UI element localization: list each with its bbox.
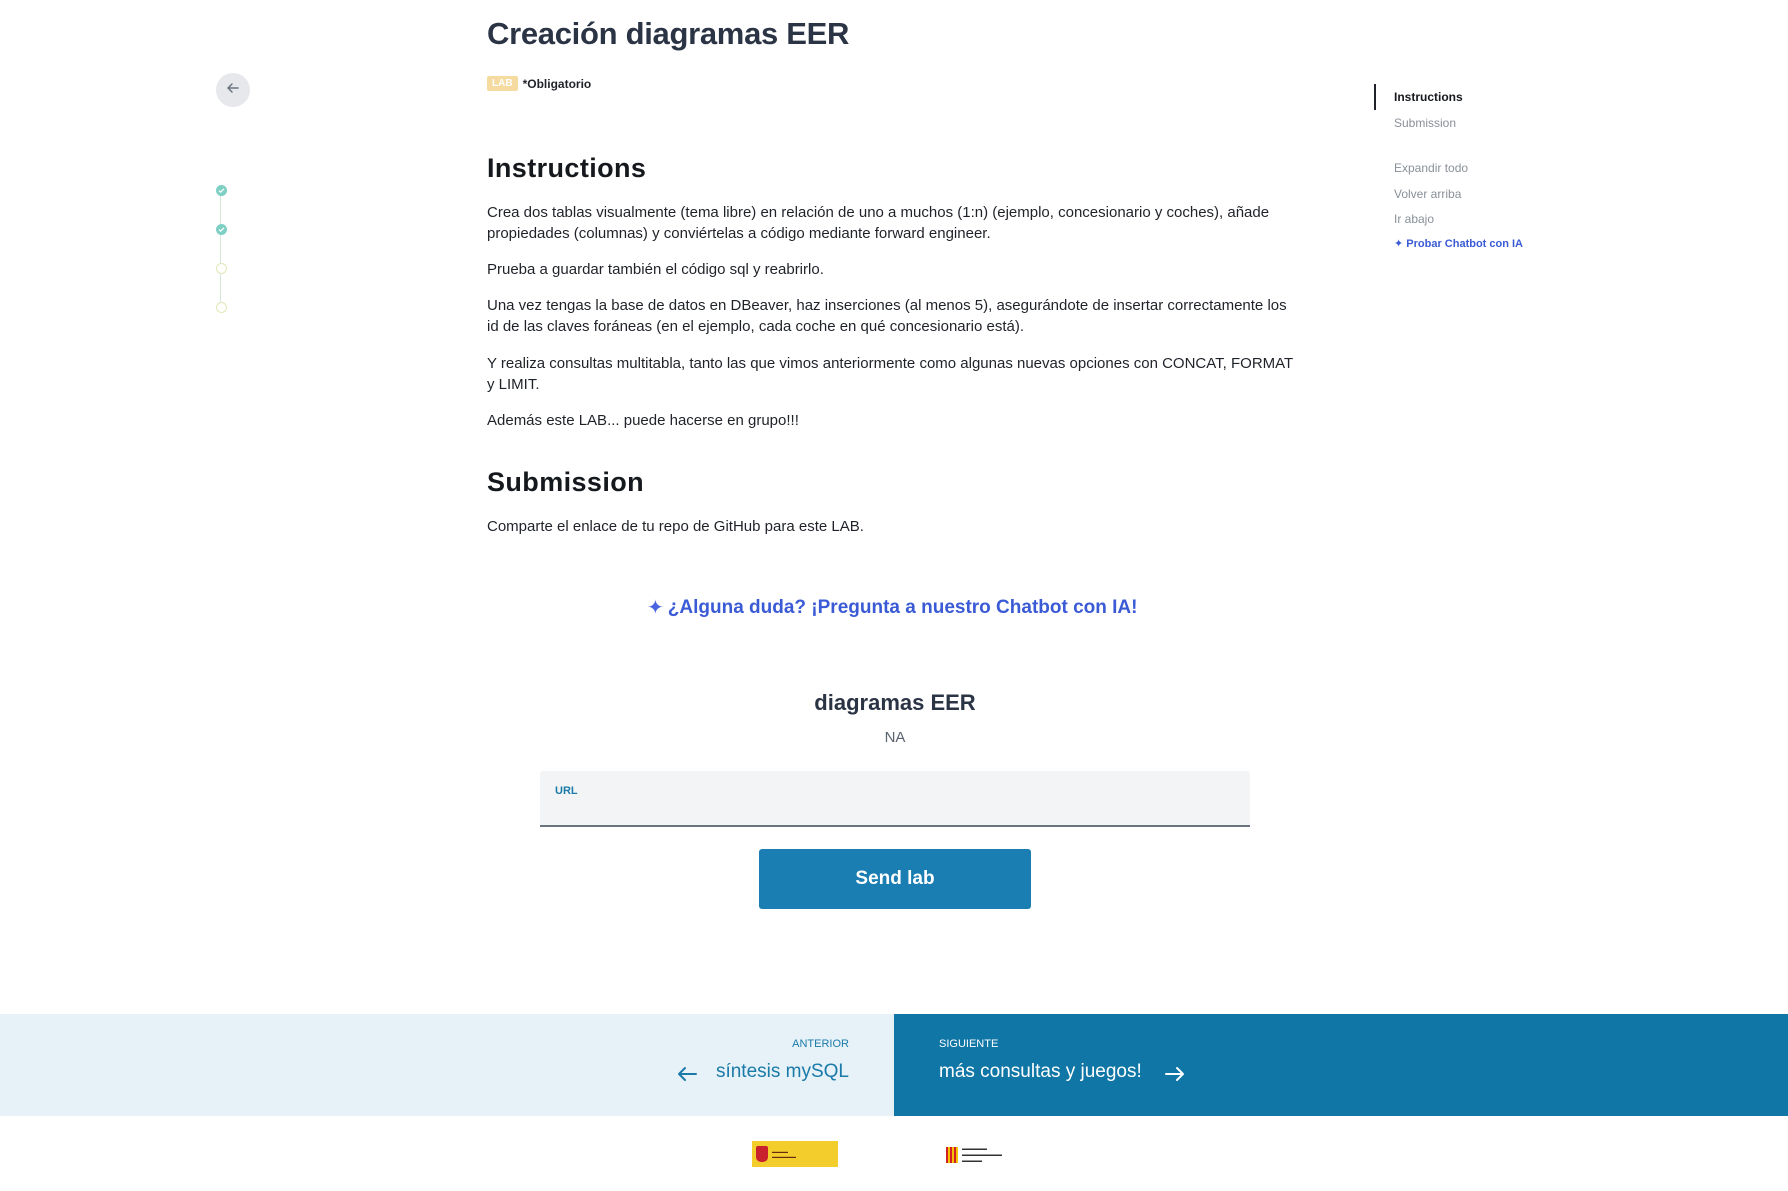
step-4-pending[interactable]	[216, 302, 227, 313]
next-kicker: SIGUIENTE	[939, 1038, 999, 1050]
step-1-done[interactable]	[216, 185, 227, 196]
next-lesson-link[interactable]: SIGUIENTE más consultas y juegos!	[894, 1014, 1788, 1116]
previous-lesson-link[interactable]: ANTERIOR síntesis mySQL	[0, 1014, 894, 1116]
previous-kicker: ANTERIOR	[792, 1038, 849, 1050]
toc-item-submission[interactable]: Submission	[1394, 116, 1456, 130]
arrow-right-icon	[1164, 1066, 1186, 1087]
arrow-left-icon	[676, 1066, 698, 1087]
send-lab-button[interactable]: Send lab	[759, 849, 1031, 909]
toc-go-bottom[interactable]: Ir abajo	[1394, 212, 1434, 226]
arrow-left-icon	[226, 81, 240, 100]
instructions-paragraph-3: Una vez tengas la base de datos en DBeav…	[487, 297, 1287, 335]
mandatory-label: *Obligatorio	[522, 76, 592, 91]
submission-text: Comparte el enlace de tu repo de GitHub …	[487, 518, 864, 535]
check-icon	[218, 188, 225, 194]
url-label: URL	[555, 785, 578, 797]
form-subtitle: NA	[884, 729, 906, 746]
form-title: diagramas EER	[814, 690, 976, 715]
sparkle-icon: ✦	[647, 597, 664, 619]
page-title: Creación diagramas EER	[487, 16, 850, 51]
logo-text-placeholder: ▬▬▬▬ ▬▬▬▬▬▬	[772, 1149, 796, 1159]
spain-ministry-logo: ▬▬▬▬ ▬▬▬▬▬▬	[752, 1141, 838, 1167]
submission-heading: Submission	[487, 467, 645, 497]
toc-chatbot-link[interactable]: ✦ Probar Chatbot con IA	[1394, 237, 1523, 250]
chatbot-cta-link[interactable]: ✦ ¿Alguna duda? ¡Pregunta a nuestro Chat…	[647, 595, 1137, 620]
url-field[interactable]: URL	[540, 771, 1250, 827]
step-3-pending[interactable]	[216, 263, 227, 274]
catalonia-logo: ▬▬▬▬▬ ▬▬▬▬▬▬▬▬ ▬▬▬▬	[946, 1143, 1046, 1167]
instructions-paragraph-5: Además este LAB... puede hacerse en grup…	[487, 412, 799, 429]
toc-back-to-top[interactable]: Volver arriba	[1394, 187, 1461, 201]
check-icon	[218, 227, 225, 233]
coat-of-arms-icon	[756, 1146, 768, 1162]
progress-steps	[216, 185, 227, 315]
lab-badge: LAB	[487, 76, 518, 91]
toc-active-indicator	[1374, 84, 1376, 110]
tag-row: LAB *Obligatorio	[487, 76, 591, 91]
toc-expand-all[interactable]: Expandir todo	[1394, 161, 1468, 175]
previous-title: síntesis mySQL	[715, 1061, 849, 1082]
next-title: más consultas y juegos!	[939, 1061, 1142, 1082]
instructions-paragraph-1: Crea dos tablas visualmente (tema libre)…	[487, 204, 1270, 242]
instructions-paragraph-2: Prueba a guardar también el código sql y…	[487, 261, 824, 278]
senyera-icon	[946, 1147, 958, 1163]
instructions-heading: Instructions	[487, 153, 647, 183]
toc-item-instructions[interactable]: Instructions	[1394, 90, 1463, 104]
logo-text-placeholder: ▬▬▬▬▬ ▬▬▬▬▬▬▬▬ ▬▬▬▬	[962, 1146, 1002, 1164]
instructions-paragraph-4: Y realiza consultas multitabla, tanto la…	[487, 355, 1293, 393]
toc-chatbot-label: Probar Chatbot con IA	[1406, 238, 1524, 250]
chatbot-cta-label: ¿Alguna duda? ¡Pregunta a nuestro Chatbo…	[667, 596, 1138, 618]
url-input[interactable]	[555, 799, 1235, 821]
back-button[interactable]	[216, 73, 250, 107]
step-2-done[interactable]	[216, 224, 227, 235]
sparkle-icon: ✦	[1394, 238, 1404, 250]
progress-line	[220, 191, 221, 305]
